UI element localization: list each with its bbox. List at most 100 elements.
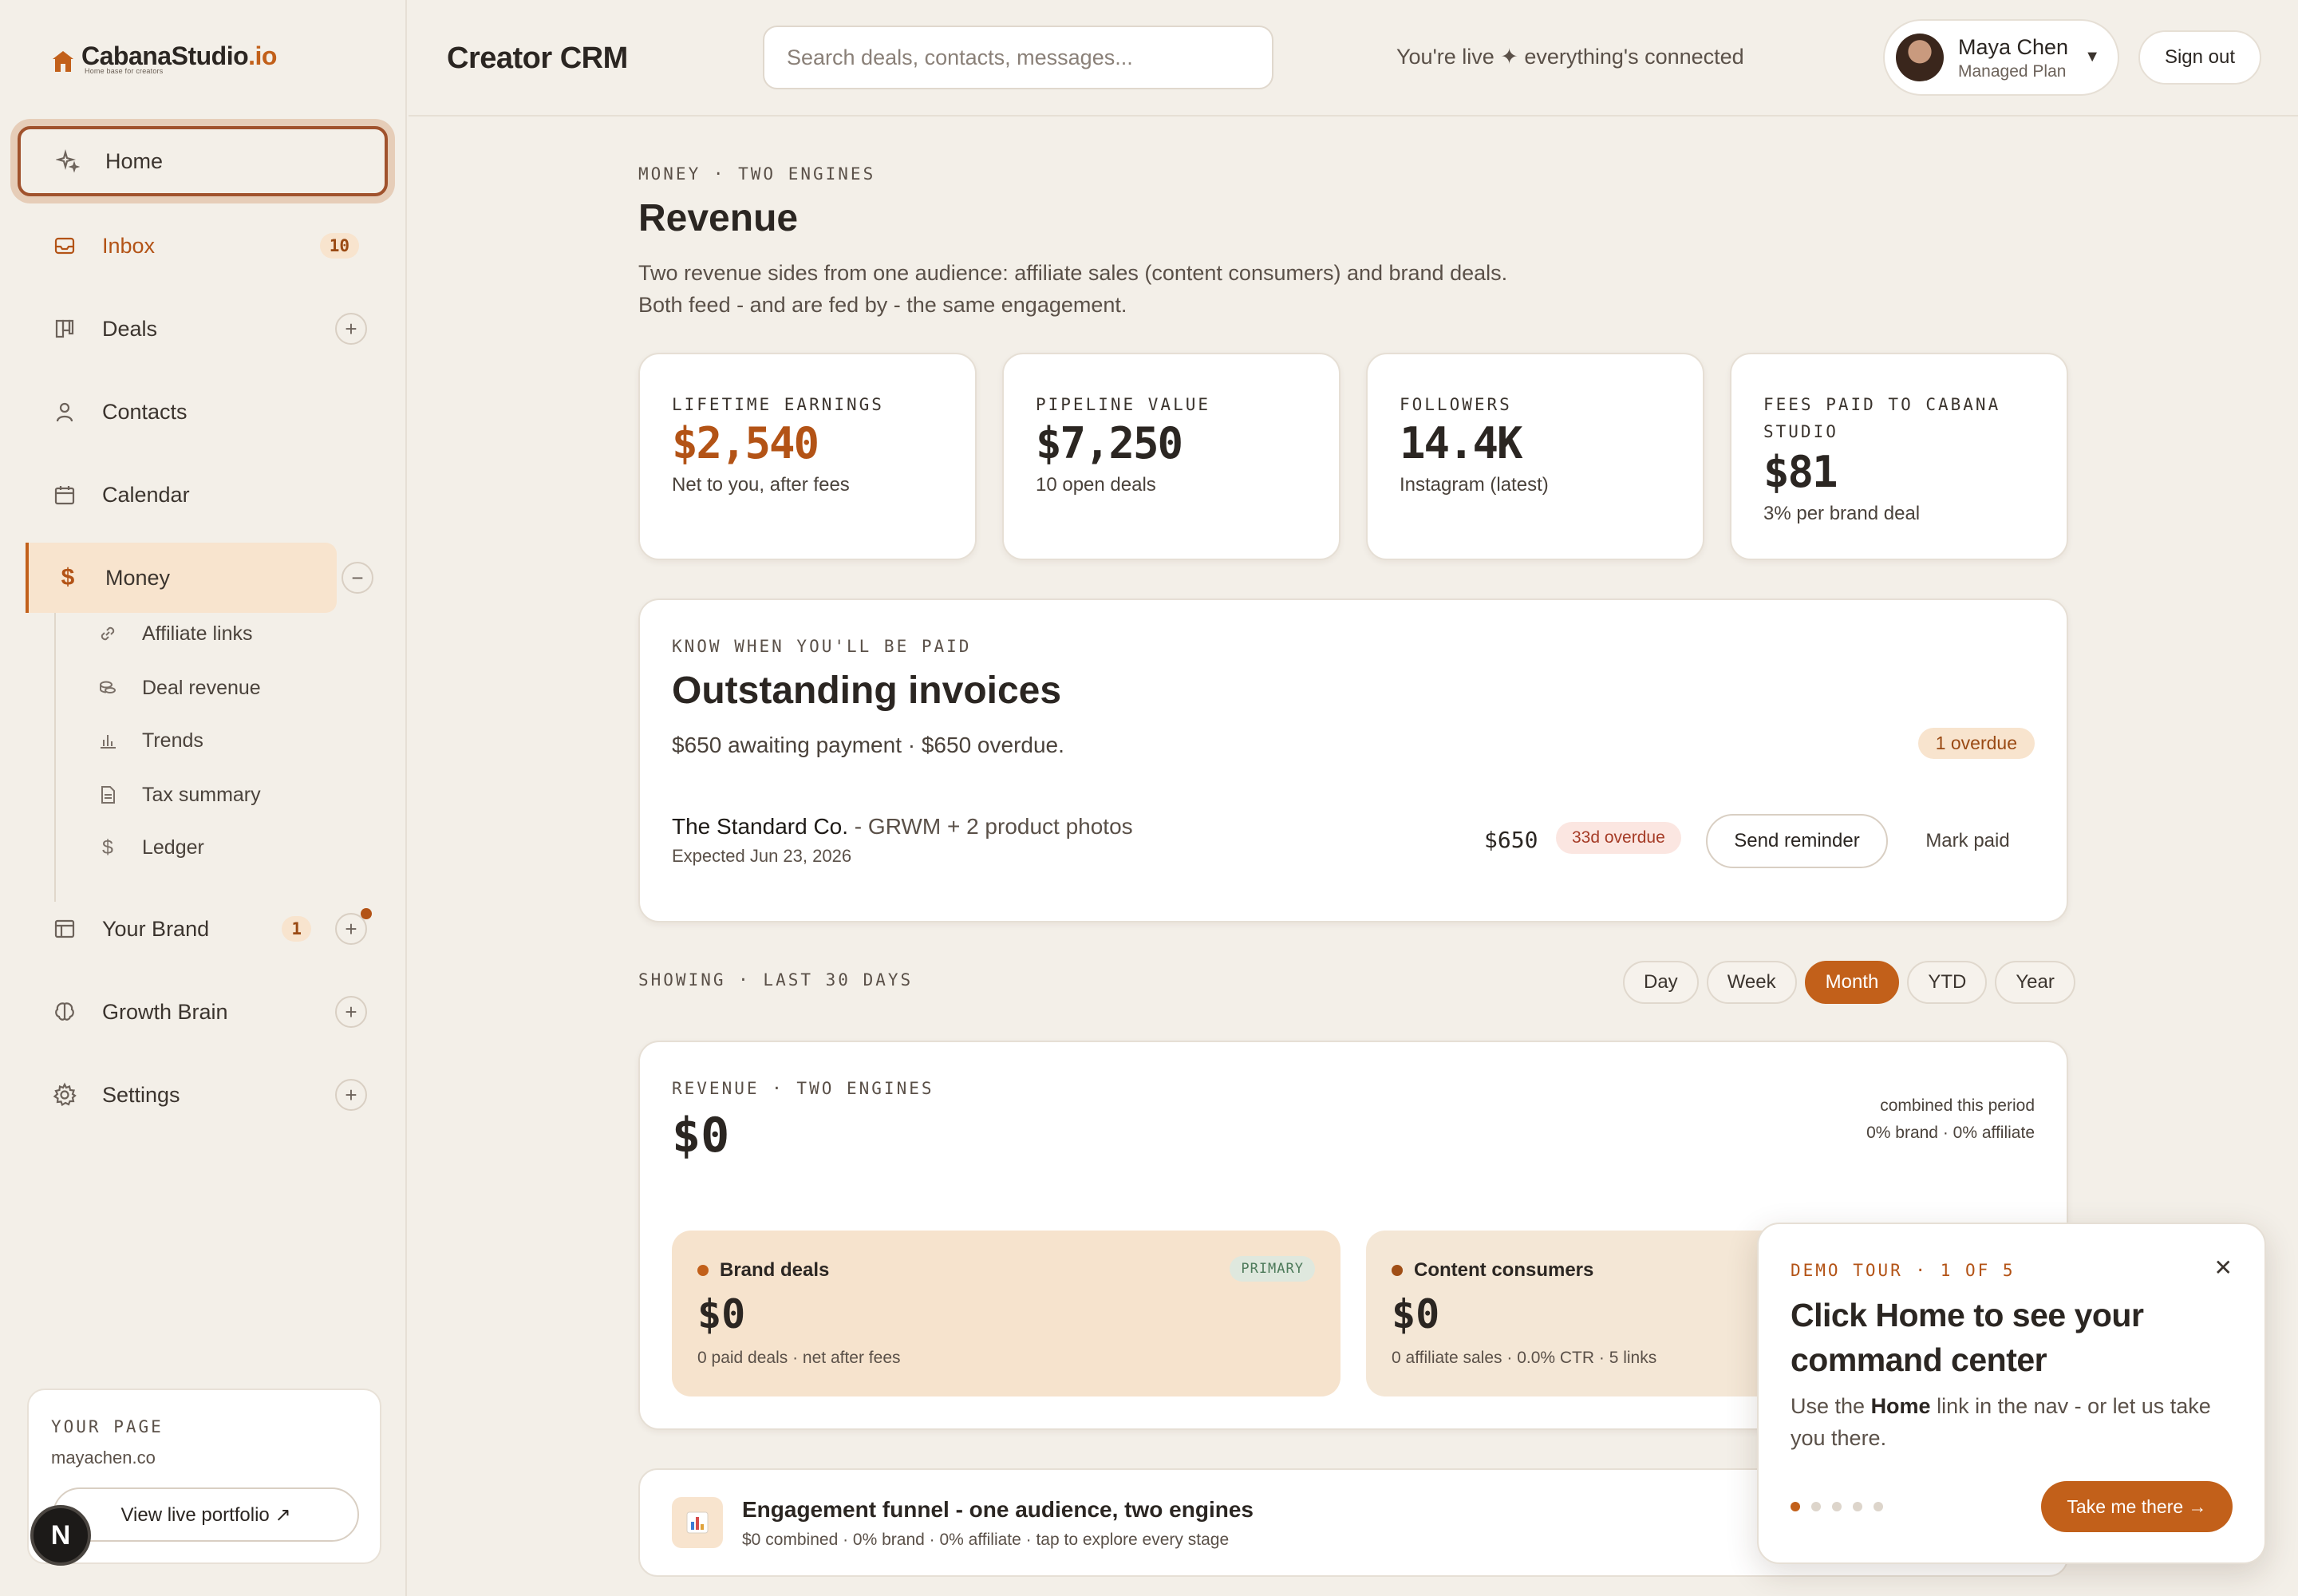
connection-status: You're live ✦ everything's connected [1396, 45, 1744, 69]
stat-card-pipeline-value: PIPELINE VALUE $7,250 10 open deals [1002, 353, 1340, 560]
add-settings-button[interactable]: + [335, 1079, 367, 1111]
sidebar-item-label: Settings [102, 1082, 180, 1107]
brand-deals-engine[interactable]: Brand deals PRIMARY $0 0 paid deals · ne… [672, 1231, 1340, 1396]
sidebar-item-label: Your Brand [102, 916, 210, 941]
progress-dot [1853, 1502, 1862, 1511]
notification-dot [361, 908, 372, 919]
invoices-summary: $650 awaiting payment · $650 overdue. [672, 733, 1064, 757]
brand-count-badge: 1 [282, 916, 311, 942]
sidebar-item-settings[interactable]: Settings + [18, 1060, 388, 1130]
page-title: Creator CRM [447, 41, 628, 75]
sidebar-item-contacts[interactable]: Contacts [18, 377, 388, 447]
progress-dot [1811, 1502, 1821, 1511]
user-plan: Managed Plan [1958, 62, 2067, 81]
sidebar-item-calendar[interactable]: Calendar [18, 460, 388, 530]
funnel-title: Engagement funnel - one audience, two en… [742, 1497, 1254, 1522]
section-eyebrow: MONEY · TWO ENGINES [638, 164, 876, 184]
calendar-icon [51, 481, 78, 508]
content-consumers-value: $0 [1392, 1291, 1440, 1337]
send-reminder-button[interactable]: Send reminder [1706, 814, 1888, 868]
gear-icon [51, 1081, 78, 1108]
inbox-icon [51, 232, 78, 259]
person-icon [51, 398, 78, 425]
sidebar-item-home[interactable]: Home [18, 126, 388, 196]
brand-logo[interactable]: CabanaStudio.io Home base for creators [51, 40, 277, 75]
sidebar-subitem-tax-summary[interactable]: Tax summary [54, 771, 389, 819]
tour-body: Use the Home link in the nav - or let us… [1791, 1394, 2211, 1450]
progress-dot [1791, 1502, 1800, 1511]
sidebar-subitem-trends[interactable]: Trends [54, 717, 389, 764]
sign-out-button[interactable]: Sign out [2138, 30, 2261, 85]
sidebar-item-label: Contacts [102, 399, 188, 424]
user-name: Maya Chen [1958, 35, 2069, 59]
sidebar-item-growth-brain[interactable]: Growth Brain + [18, 977, 388, 1047]
sidebar-item-money[interactable]: $ Money − [26, 543, 373, 613]
sidebar-subitem-ledger[interactable]: $ Ledger [54, 824, 389, 871]
bar-chart-icon [96, 729, 120, 753]
chevron-down-icon: ▼ [2084, 48, 2100, 65]
progress-dot [1832, 1502, 1842, 1511]
view-portfolio-button[interactable]: View live portfolio ↗ [53, 1487, 359, 1542]
outstanding-invoices-card: KNOW WHEN YOU'LL BE PAID Outstanding inv… [638, 598, 2068, 922]
invoice-amount: $650 [1484, 827, 1538, 853]
primary-badge: PRIMARY [1230, 1256, 1315, 1282]
close-icon[interactable]: ✕ [2214, 1254, 2233, 1281]
sidebar-item-label: Money [105, 565, 171, 590]
period-week-button[interactable]: Week [1706, 961, 1797, 1004]
sidebar-item-inbox[interactable]: Inbox 10 [18, 211, 388, 281]
your-page-url: mayachen.co [51, 1448, 156, 1468]
stat-card-followers: FOLLOWERS 14.4K Instagram (latest) [1366, 353, 1704, 560]
sidebar-item-label: Home [105, 148, 164, 173]
tour-progress-dots [1791, 1502, 1883, 1511]
sidebar-item-your-brand[interactable]: Your Brand 1 + [18, 894, 388, 964]
take-me-there-button[interactable]: Take me there → [2041, 1481, 2233, 1532]
tour-title: Click Home to see your command center [1791, 1297, 2144, 1378]
sidebar-item-label: Growth Brain [102, 999, 228, 1024]
brand-deals-sub: 0 paid deals · net after fees [697, 1349, 901, 1367]
stat-card-lifetime-earnings: LIFETIME EARNINGS $2,540 Net to you, aft… [638, 353, 977, 560]
period-label: SHOWING · LAST 30 DAYS [638, 970, 914, 990]
invoices-title: Outstanding invoices [672, 670, 1062, 712]
search-input[interactable] [763, 26, 1273, 89]
revenue-eyebrow: REVENUE · TWO ENGINES [672, 1079, 934, 1098]
stat-card-fees-paid: FEES PAID TO CABANA STUDIO $81 3% per br… [1730, 353, 2068, 560]
sparkle-icon [54, 148, 81, 175]
status-badge: 33d overdue [1556, 822, 1681, 854]
sidebar-item-label: Inbox [102, 233, 156, 258]
add-deal-button[interactable]: + [335, 313, 367, 345]
coins-icon [96, 676, 120, 700]
period-selector: Day Week Month YTD Year [1623, 961, 2075, 1004]
dollar-icon: $ [61, 564, 75, 591]
period-day-button[interactable]: Day [1623, 961, 1699, 1004]
period-year-button[interactable]: Year [1995, 961, 2075, 1004]
revenue-split: 0% brand · 0% affiliate [1866, 1124, 2035, 1142]
bar-chart-icon [672, 1497, 723, 1548]
sidebar-item-label: Deals [102, 316, 158, 341]
document-icon [96, 783, 120, 807]
layout-icon [51, 915, 78, 942]
user-menu[interactable]: Maya Chen Managed Plan ▼ [1883, 19, 2119, 96]
collapse-money-button[interactable]: − [342, 562, 373, 594]
sidebar: CabanaStudio.io Home base for creators H… [0, 0, 407, 1596]
revenue-period-label: combined this period [1880, 1096, 2035, 1115]
mark-paid-button[interactable]: Mark paid [1909, 814, 2027, 868]
invoice-expected-date: Expected Jun 23, 2026 [672, 846, 852, 866]
period-month-button[interactable]: Month [1804, 961, 1900, 1004]
dollar-icon: $ [102, 836, 113, 859]
sidebar-item-deals[interactable]: Deals + [18, 294, 388, 364]
avatar [1896, 34, 1944, 81]
user-initial-avatar[interactable]: N [30, 1505, 91, 1566]
brand-tagline: Home base for creators [85, 67, 164, 75]
sidebar-subitem-affiliate-links[interactable]: Affiliate links [54, 610, 389, 658]
sidebar-subitem-deal-revenue[interactable]: Deal revenue [54, 664, 389, 712]
house-logo-icon [53, 51, 73, 72]
demo-tour-popover: DEMO TOUR · 1 OF 5 ✕ Click Home to see y… [1757, 1223, 2266, 1564]
period-ytd-button[interactable]: YTD [1907, 961, 1988, 1004]
invoice-client[interactable]: The Standard Co. - GRWM + 2 product phot… [672, 814, 1133, 839]
invoices-eyebrow: KNOW WHEN YOU'LL BE PAID [672, 637, 972, 656]
content-consumers-sub: 0 affiliate sales · 0.0% CTR · 5 links [1392, 1349, 1657, 1367]
link-icon [96, 622, 120, 646]
add-growth-button[interactable]: + [335, 996, 367, 1028]
top-bar: Creator CRM You're live ✦ everything's c… [409, 0, 2298, 117]
brain-icon [51, 998, 78, 1025]
